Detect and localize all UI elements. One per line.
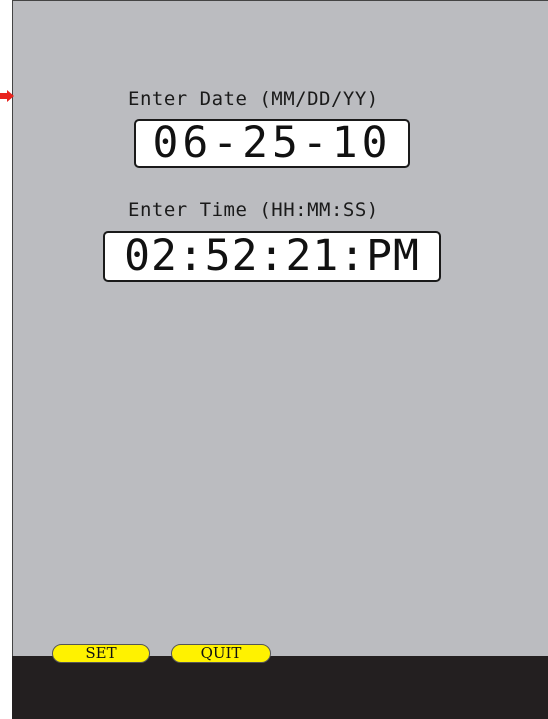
bottom-toolbar: [12, 656, 548, 719]
date-label: Enter Date (MM/DD/YY): [128, 88, 379, 110]
time-field[interactable]: 02:52:21:PM: [103, 231, 441, 282]
time-label: Enter Time (HH:MM:SS): [128, 199, 379, 221]
quit-button[interactable]: QUIT: [171, 644, 271, 663]
date-field[interactable]: 06-25-10: [134, 119, 410, 168]
set-button[interactable]: SET: [52, 644, 150, 663]
red-arrow-pointer-icon: [0, 90, 14, 102]
